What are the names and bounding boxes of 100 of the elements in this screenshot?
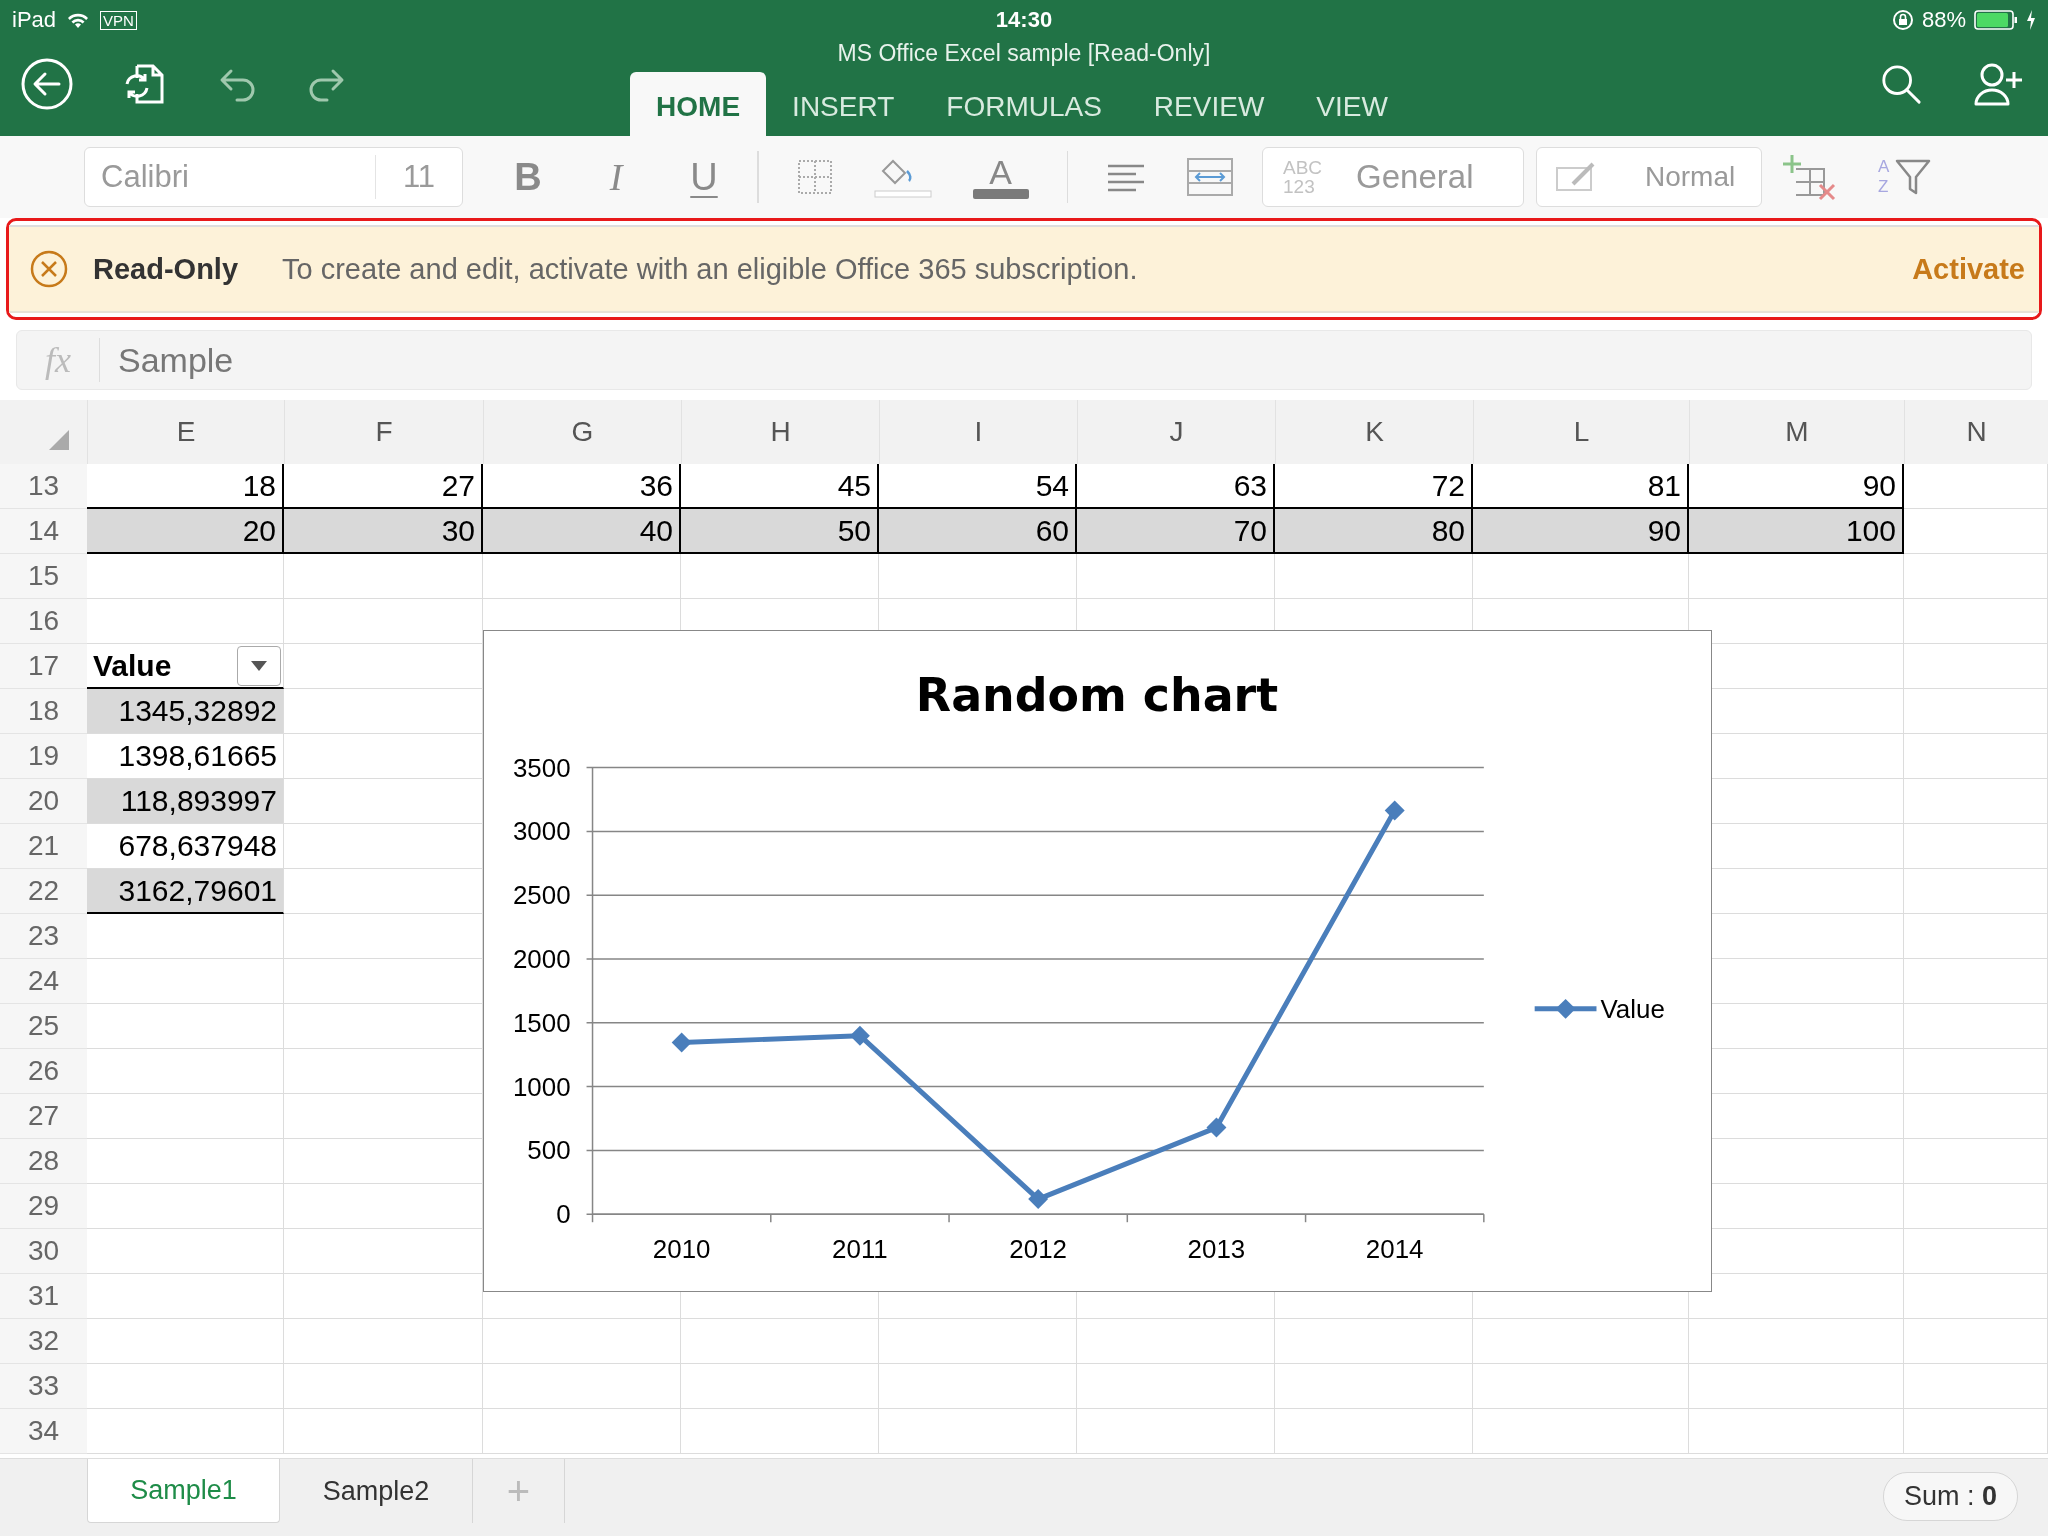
axis-label: 0: [556, 1200, 571, 1229]
align-left-icon[interactable]: [1106, 162, 1146, 192]
row-header[interactable]: 30: [0, 1229, 87, 1274]
column-header[interactable]: M: [1689, 400, 1904, 464]
table-cell: 50: [681, 509, 879, 554]
row-header[interactable]: 21: [0, 824, 87, 869]
row-header[interactable]: 32: [0, 1319, 87, 1364]
row-header[interactable]: 26: [0, 1049, 87, 1094]
row-header[interactable]: 17: [0, 644, 87, 689]
table-cell: 90: [1473, 509, 1689, 554]
document-sync-icon[interactable]: [123, 62, 167, 106]
battery-icon: [1974, 10, 2018, 30]
row-header[interactable]: 24: [0, 959, 87, 1004]
row-header[interactable]: 29: [0, 1184, 87, 1229]
clock: 14:30: [995, 7, 1053, 33]
filter-dropdown-button[interactable]: [237, 645, 281, 686]
data-point: [671, 1032, 692, 1053]
window-title: MS Office Excel sample [Read-Only]: [837, 40, 1211, 66]
column-title: Value: [93, 648, 172, 683]
ribbon-tab[interactable]: VIEW: [1290, 72, 1414, 136]
table-cell: 70: [1077, 509, 1275, 554]
vpn-badge: VPN: [100, 10, 137, 30]
data-point: [1206, 1117, 1227, 1138]
close-circle-icon[interactable]: [29, 249, 69, 289]
italic-button[interactable]: I: [581, 154, 651, 200]
axis-label: 500: [527, 1136, 571, 1165]
data-point: [849, 1025, 870, 1046]
borders-icon[interactable]: [796, 159, 833, 195]
wrap-text-icon[interactable]: [1186, 157, 1234, 197]
row-header[interactable]: 34: [0, 1409, 87, 1454]
legend-marker: [1534, 998, 1597, 1019]
row-header[interactable]: 16: [0, 599, 87, 644]
wifi-icon: [66, 11, 91, 29]
table-cell: 60: [879, 509, 1077, 554]
search-icon[interactable]: [1880, 63, 1922, 105]
row-header[interactable]: 27: [0, 1094, 87, 1139]
table-cell: 118,893997: [87, 779, 284, 824]
ribbon-tab[interactable]: REVIEW: [1127, 72, 1291, 136]
sheet-tab[interactable]: Sample1: [87, 1459, 280, 1523]
chart-title: Random chart: [915, 667, 1279, 722]
row-header[interactable]: 23: [0, 914, 87, 959]
table-cell: 40: [483, 509, 681, 554]
row-header[interactable]: 18: [0, 689, 87, 734]
row-header[interactable]: 28: [0, 1139, 87, 1184]
column-header[interactable]: N: [1904, 400, 2048, 464]
column-header[interactable]: L: [1473, 400, 1689, 464]
battery-percent: 88%: [1921, 7, 1966, 33]
row-header[interactable]: 31: [0, 1274, 87, 1319]
add-person-icon[interactable]: [1974, 62, 2024, 106]
number-format-field[interactable]: ABC 123 General: [1262, 147, 1524, 207]
sheet-tab[interactable]: Sample2: [280, 1459, 473, 1523]
row-header[interactable]: 13: [0, 464, 87, 509]
axis-label: 3000: [512, 817, 571, 846]
row-header[interactable]: 19: [0, 734, 87, 779]
table-cell: 100: [1689, 509, 1904, 554]
banner-title: Read-Only: [93, 252, 239, 286]
column-header[interactable]: J: [1077, 400, 1275, 464]
column-header[interactable]: H: [681, 400, 879, 464]
data-point: [1384, 800, 1405, 821]
cell-style-field[interactable]: Normal: [1536, 147, 1762, 207]
row-header[interactable]: 25: [0, 1004, 87, 1049]
column-header[interactable]: K: [1275, 400, 1473, 464]
ribbon-tab[interactable]: FORMULAS: [920, 72, 1128, 136]
row-header[interactable]: 33: [0, 1364, 87, 1409]
charging-bolt-icon: [2026, 10, 2036, 30]
axis-label: 2000: [512, 945, 571, 973]
axis-label: 1000: [512, 1072, 571, 1101]
row-header[interactable]: 22: [0, 869, 87, 914]
formula-value: Sample: [117, 340, 234, 380]
row-header[interactable]: 14: [0, 509, 87, 554]
axis-label: 2013: [1187, 1235, 1246, 1264]
ribbon-tab[interactable]: INSERT: [766, 72, 921, 136]
table-cell: 3162,79601: [87, 869, 284, 914]
axis-label: 2010: [652, 1235, 711, 1264]
axis-label: 3500: [512, 753, 571, 782]
legend-label: Value: [1600, 994, 1665, 1023]
select-all-corner-icon[interactable]: [49, 430, 69, 450]
device-name: iPad: [12, 7, 57, 33]
data-point: [1028, 1189, 1049, 1209]
formula-bar[interactable]: fx Sample: [16, 330, 2032, 390]
column-header[interactable]: F: [284, 400, 483, 464]
axis-label: 1500: [512, 1008, 571, 1037]
sum-indicator: Sum : 0: [1882, 1472, 2018, 1521]
caret-icon: [251, 660, 267, 671]
column-header[interactable]: G: [483, 400, 681, 464]
column-header[interactable]: E: [87, 400, 284, 464]
font-color-button[interactable]: A: [972, 155, 1029, 199]
axis-label: 2012: [1009, 1235, 1067, 1264]
ribbon-tab[interactable]: HOME: [630, 72, 767, 136]
insert-delete-cells-icon[interactable]: [1782, 153, 1838, 201]
activate-link[interactable]: Activate: [1912, 252, 2025, 286]
font-field[interactable]: Calibri 11: [84, 147, 463, 207]
bold-button[interactable]: B: [493, 154, 563, 200]
column-header[interactable]: I: [879, 400, 1077, 464]
row-header[interactable]: 20: [0, 779, 87, 824]
axis-label: 2011: [832, 1235, 888, 1264]
underline-button[interactable]: U: [669, 154, 739, 200]
row-header[interactable]: 15: [0, 554, 87, 599]
table-cell: 1345,32892: [87, 689, 284, 734]
table-cell: 80: [1275, 509, 1473, 554]
